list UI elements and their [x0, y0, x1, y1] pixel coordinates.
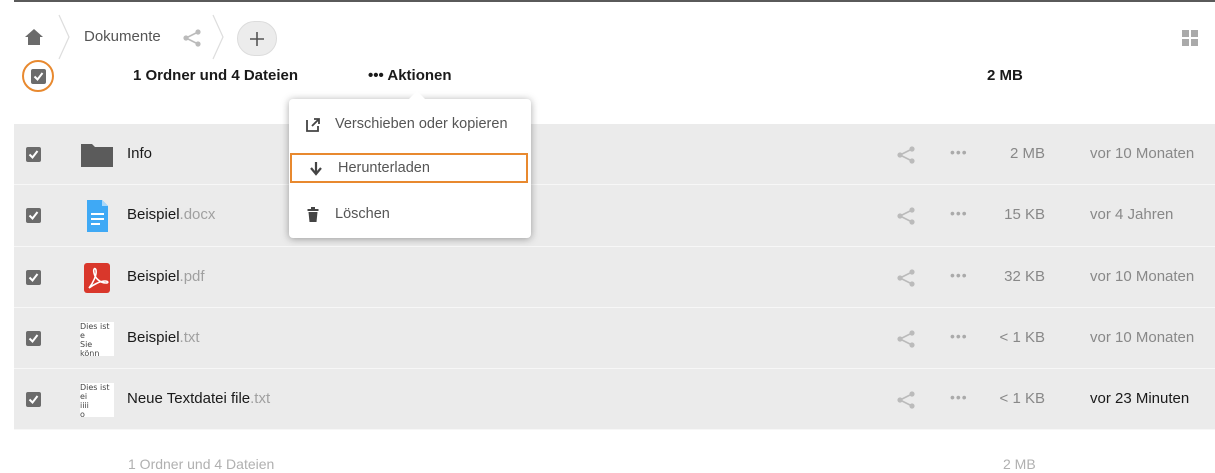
table-row[interactable]: Dies ist ei iiii o Neue Textdatei file.t… [14, 369, 1215, 431]
document-icon [87, 200, 108, 233]
share-icon[interactable] [896, 207, 916, 225]
share-icon[interactable] [896, 268, 916, 287]
checkbox-checked [30, 68, 46, 84]
check-icon [33, 71, 43, 81]
table-row[interactable]: Beispiel.docx ••• 15 KB vor 4 Jahren [14, 185, 1215, 247]
breadcrumb-separator [58, 14, 70, 60]
row-checkbox[interactable] [26, 147, 41, 162]
add-new-button[interactable] [237, 21, 277, 56]
file-name[interactable]: Beispiel.txt [127, 329, 200, 346]
top-border [14, 0, 1215, 2]
actions-button[interactable]: ••• Aktionen [368, 67, 452, 84]
breadcrumb-current-folder[interactable]: Dokumente [84, 28, 161, 45]
footer-summary: 1 Ordner und 4 Dateien [128, 456, 275, 472]
file-size: < 1 KB [999, 390, 1045, 408]
file-name[interactable]: Info [127, 145, 152, 162]
text-file-thumbnail: Dies ist e Sie könn [80, 321, 114, 356]
file-modified: vor 10 Monaten [1090, 328, 1195, 346]
more-options-icon[interactable]: ••• [950, 144, 968, 160]
row-checkbox[interactable] [26, 330, 41, 346]
table-row[interactable]: Info ••• 2 MB vor 10 Monaten [14, 124, 1215, 186]
row-checkbox[interactable] [26, 269, 41, 285]
footer-total-size: 2 MB [1003, 456, 1036, 472]
breadcrumb-separator [212, 14, 224, 60]
share-icon[interactable] [896, 330, 916, 348]
file-modified: vor 10 Monaten [1090, 145, 1195, 162]
row-checkbox[interactable] [26, 392, 41, 408]
menu-item-delete[interactable]: Löschen [289, 199, 531, 229]
more-options-icon[interactable]: ••• [950, 267, 968, 283]
share-icon[interactable] [896, 391, 916, 409]
file-modified: vor 4 Jahren [1090, 206, 1174, 224]
check-icon [28, 211, 39, 221]
select-all-checkbox[interactable] [22, 60, 54, 92]
row-checkbox[interactable] [26, 208, 41, 224]
file-modified: vor 10 Monaten [1090, 267, 1195, 285]
menu-item-move-copy[interactable]: Verschieben oder kopieren [289, 109, 531, 139]
pdf-icon [84, 262, 110, 293]
home-icon[interactable] [24, 27, 44, 47]
trash-icon [305, 206, 321, 222]
file-size: 2 MB [1009, 145, 1045, 162]
actions-dropdown-menu: Verschieben oder kopieren Herunterladen … [289, 91, 531, 238]
share-icon[interactable] [182, 29, 202, 47]
check-icon [28, 395, 39, 405]
more-options-icon[interactable]: ••• [950, 328, 968, 344]
table-row[interactable]: Dies ist e Sie könn Beispiel.txt ••• < 1… [14, 307, 1215, 370]
table-row[interactable]: Beispiel.pdf ••• 32 KB vor 10 Monaten [14, 246, 1215, 308]
file-modified: vor 23 Minuten [1090, 390, 1190, 408]
more-options-icon[interactable]: ••• [950, 205, 968, 221]
file-size: 15 KB [1004, 206, 1045, 224]
plus-icon [250, 31, 264, 46]
dropdown-caret [409, 91, 425, 99]
file-name[interactable]: Neue Textdatei file.txt [127, 390, 270, 407]
more-options-icon[interactable]: ••• [950, 389, 968, 405]
external-move-icon [305, 116, 321, 132]
selection-summary: 1 Ordner und 4 Dateien [133, 67, 299, 84]
grid-view-icon[interactable] [1181, 29, 1199, 47]
check-icon [28, 272, 39, 282]
check-icon [28, 334, 39, 343]
text-file-thumbnail: Dies ist ei iiii o [80, 383, 114, 418]
header-total-size: 2 MB [987, 67, 1023, 84]
share-icon[interactable] [896, 146, 916, 164]
file-size: 32 KB [1004, 267, 1045, 285]
file-name[interactable]: Beispiel.docx [127, 206, 215, 223]
file-size: < 1 KB [999, 328, 1045, 346]
folder-icon [81, 144, 113, 167]
menu-item-download[interactable]: Herunterladen [290, 153, 528, 183]
check-icon [28, 150, 39, 160]
download-arrow-icon [308, 160, 324, 176]
file-name[interactable]: Beispiel.pdf [127, 268, 205, 285]
file-list: Info ••• 2 MB vor 10 Monaten Beispiel.do… [14, 124, 1215, 431]
